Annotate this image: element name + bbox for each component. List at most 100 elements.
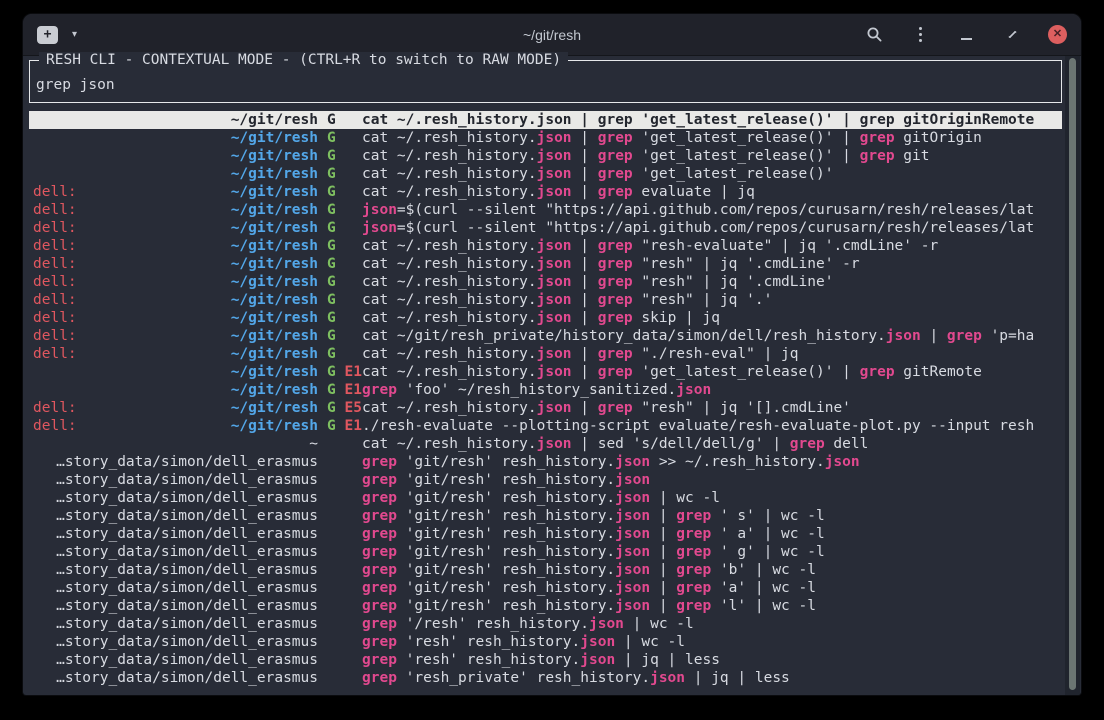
row-flags: G <box>318 309 362 327</box>
history-row[interactable]: ~/git/reshG E1cat ~/.resh_history.json |… <box>29 363 1062 381</box>
history-row[interactable]: …story_data/simon/dell_erasmusgrep 'resh… <box>29 633 1062 651</box>
menu-button[interactable] <box>910 25 930 45</box>
history-row[interactable]: …story_data/simon/dell_erasmusgrep 'git/… <box>29 525 1062 543</box>
history-row[interactable]: ~cat ~/.resh_history.json | sed 's/dell/… <box>29 435 1062 453</box>
row-flags <box>318 633 362 651</box>
row-command: cat ~/.resh_history.json | grep evaluate… <box>362 183 1062 201</box>
row-directory: ~/git/resh <box>231 130 318 146</box>
history-row[interactable]: dell:~/git/reshGcat ~/.resh_history.json… <box>29 183 1062 201</box>
history-row[interactable]: dell:~/git/reshGcat ~/git/resh_private/h… <box>29 327 1062 345</box>
history-row[interactable]: …story_data/simon/dell_erasmusgrep 'resh… <box>29 669 1062 687</box>
history-row[interactable]: dell:~/git/reshGcat ~/.resh_history.json… <box>29 273 1062 291</box>
history-row[interactable]: dell:~/git/reshGcat ~/.resh_history.json… <box>29 237 1062 255</box>
row-flags: G E5 <box>318 399 362 417</box>
terminal-window: + ▾ ~/git/resh <box>23 14 1081 695</box>
close-button[interactable]: ✕ <box>1048 25 1067 44</box>
history-row[interactable]: dell:~/git/reshGcat ~/.resh_history.json… <box>29 345 1062 363</box>
scrollbar-thumb[interactable] <box>1069 58 1076 690</box>
history-row[interactable]: …story_data/simon/dell_erasmusgrep '/res… <box>29 615 1062 633</box>
row-host: dell: <box>33 417 77 435</box>
new-tab-button[interactable]: + <box>37 26 58 44</box>
history-row[interactable]: ~/git/reshGcat ~/.resh_history.json | gr… <box>29 165 1062 183</box>
row-directory: ~/git/resh <box>231 148 318 164</box>
history-row[interactable]: dell:~/git/reshGjson=$(curl --silent "ht… <box>29 219 1062 237</box>
row-flags <box>318 615 362 633</box>
history-row[interactable]: dell:~/git/reshG E1./resh-evaluate --plo… <box>29 417 1062 435</box>
row-flags <box>318 525 362 543</box>
row-context: ~/git/resh <box>33 381 318 399</box>
row-command: grep 'git/resh' resh_history.json | grep… <box>362 597 1062 615</box>
titlebar[interactable]: + ▾ ~/git/resh <box>23 14 1081 56</box>
history-row-selected[interactable]: ~/git/reshGcat ~/.resh_history.json | gr… <box>29 111 1062 129</box>
search-button[interactable] <box>864 25 884 45</box>
scrollbar[interactable] <box>1065 56 1080 695</box>
row-context: …story_data/simon/dell_erasmus <box>33 651 318 669</box>
history-row[interactable]: ~/git/reshG E1grep 'foo' ~/resh_history_… <box>29 381 1062 399</box>
match-highlight: grep <box>362 616 397 632</box>
match-highlight: grep <box>598 166 633 182</box>
match-highlight: json <box>615 580 650 596</box>
match-highlight: json <box>615 490 650 506</box>
row-context: ~/git/resh <box>33 363 318 381</box>
match-highlight: json <box>537 112 572 128</box>
row-flags: G E1 <box>318 417 362 435</box>
row-context: …story_data/simon/dell_erasmus <box>33 543 318 561</box>
row-host: dell: <box>33 273 77 291</box>
history-row[interactable]: …story_data/simon/dell_erasmusgrep 'git/… <box>29 453 1062 471</box>
history-row[interactable]: …story_data/simon/dell_erasmusgrep 'git/… <box>29 597 1062 615</box>
history-row[interactable]: ~/git/reshGcat ~/.resh_history.json | gr… <box>29 147 1062 165</box>
row-flags <box>318 561 362 579</box>
row-context: ~ <box>33 435 318 453</box>
row-host: dell: <box>33 345 77 363</box>
row-directory: ~/git/resh <box>231 220 318 236</box>
history-row[interactable]: dell:~/git/reshGjson=$(curl --silent "ht… <box>29 201 1062 219</box>
history-row[interactable]: dell:~/git/reshG E5cat ~/.resh_history.j… <box>29 399 1062 417</box>
history-row[interactable]: …story_data/simon/dell_erasmusgrep 'git/… <box>29 561 1062 579</box>
minimize-button[interactable] <box>956 25 976 45</box>
row-flags <box>318 507 362 525</box>
match-highlight: grep <box>790 436 825 452</box>
match-highlight: json <box>537 400 572 416</box>
match-highlight: json <box>825 454 860 470</box>
match-highlight: json <box>580 634 615 650</box>
history-row[interactable]: …story_data/simon/dell_erasmusgrep 'git/… <box>29 507 1062 525</box>
row-directory: ~/git/resh <box>231 202 318 218</box>
chevron-down-icon[interactable]: ▾ <box>72 29 77 40</box>
history-row[interactable]: …story_data/simon/dell_erasmusgrep 'git/… <box>29 543 1062 561</box>
row-context: dell:~/git/resh <box>33 237 318 255</box>
match-highlight: json <box>537 148 572 164</box>
row-flags <box>318 471 362 489</box>
match-highlight: grep <box>598 112 633 128</box>
row-host: dell: <box>33 309 77 327</box>
row-command: cat ~/.resh_history.json | grep "resh" |… <box>362 291 1062 309</box>
row-directory: …story_data/simon/dell_erasmus <box>56 580 318 596</box>
row-directory: ~/git/resh <box>231 112 318 128</box>
desktop: { "window": { "title": "~/git/resh" }, "… <box>0 0 1104 720</box>
match-highlight: json <box>537 238 572 254</box>
row-context: …story_data/simon/dell_erasmus <box>33 489 318 507</box>
git-flag: G <box>327 382 336 398</box>
history-row[interactable]: …story_data/simon/dell_erasmusgrep 'git/… <box>29 471 1062 489</box>
row-flags <box>318 597 362 615</box>
match-highlight: json <box>362 202 397 218</box>
row-context: dell:~/git/resh <box>33 273 318 291</box>
resh-search-box[interactable]: RESH CLI - CONTEXTUAL MODE - (CTRL+R to … <box>29 60 1062 103</box>
search-query-input[interactable]: grep json <box>36 77 115 93</box>
git-flag: G <box>327 346 336 362</box>
history-row[interactable]: dell:~/git/reshGcat ~/.resh_history.json… <box>29 309 1062 327</box>
history-row[interactable]: …story_data/simon/dell_erasmusgrep 'git/… <box>29 489 1062 507</box>
history-row[interactable]: …story_data/simon/dell_erasmusgrep 'resh… <box>29 651 1062 669</box>
row-context: …story_data/simon/dell_erasmus <box>33 615 318 633</box>
match-highlight: grep <box>598 148 633 164</box>
match-highlight: grep <box>362 508 397 524</box>
restore-button[interactable] <box>1002 25 1022 45</box>
match-highlight: json <box>615 472 650 488</box>
history-row[interactable]: ~/git/reshGcat ~/.resh_history.json | gr… <box>29 129 1062 147</box>
mode-title: RESH CLI - CONTEXTUAL MODE - (CTRL+R to … <box>39 52 568 68</box>
match-highlight: grep <box>860 112 895 128</box>
row-directory: …story_data/simon/dell_erasmus <box>56 616 318 632</box>
history-row[interactable]: dell:~/git/reshGcat ~/.resh_history.json… <box>29 291 1062 309</box>
history-row[interactable]: …story_data/simon/dell_erasmusgrep 'git/… <box>29 579 1062 597</box>
match-highlight: json <box>537 436 572 452</box>
history-row[interactable]: dell:~/git/reshGcat ~/.resh_history.json… <box>29 255 1062 273</box>
